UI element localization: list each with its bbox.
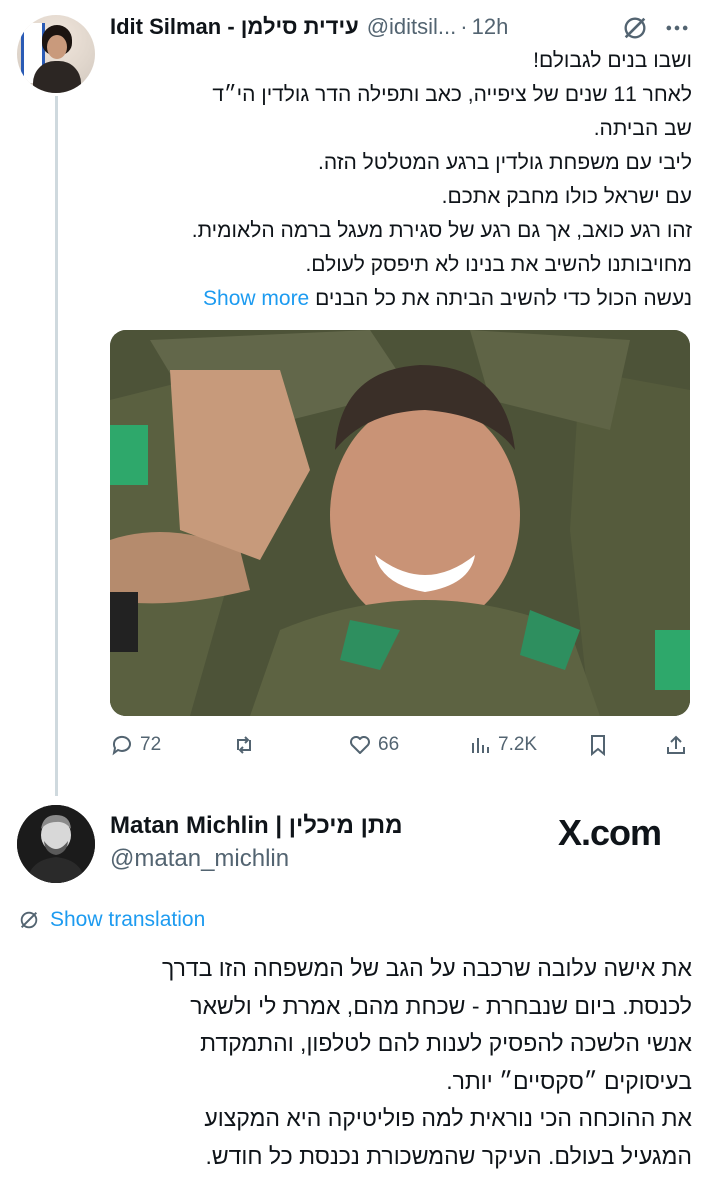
views-icon <box>472 738 489 753</box>
avatar-face <box>47 35 67 59</box>
share-button[interactable] <box>664 733 688 757</box>
author-handle[interactable]: @iditsil... <box>367 14 457 40</box>
tweet-line: נעשה הכול כדי להשיב הביתה את כל הבנים <box>315 287 692 310</box>
tweet-photo[interactable] <box>110 330 690 716</box>
timestamp[interactable]: 12h <box>472 14 509 40</box>
tweet-line: המגעיל בעולם. העיקר שהמשכורת נכנסת כל חו… <box>205 1142 692 1169</box>
author-handle[interactable]: @matan_michlin <box>110 845 289 873</box>
bookmark-icon <box>591 735 605 757</box>
avatar[interactable] <box>17 805 95 883</box>
reply-count: 72 <box>140 734 162 755</box>
like-icon <box>350 736 370 754</box>
retweet-icon <box>237 736 251 754</box>
tweet-line: ושבו בנים לגבולם! <box>533 49 692 72</box>
show-more-link[interactable]: Show more <box>203 287 309 310</box>
tweet-line: אנשי הלשכה להפסיק לענות להם לטלפון, והתמ… <box>200 1030 692 1056</box>
retweet-button[interactable] <box>232 733 256 757</box>
tweet-line: לאחר 11 שנים של ציפייה, כאב ותפילה הדר ג… <box>212 83 692 106</box>
tweet-text: ושבו בנים לגבולם! לאחר 11 שנים של ציפייה… <box>110 44 692 316</box>
avatar[interactable] <box>17 15 95 93</box>
share-icon <box>667 735 685 754</box>
tweet-line: את אישה עלובה שרכבה על הגב של המשפחה הזו… <box>162 955 692 981</box>
tweet-line: מחויבותנו להשיב את בנינו לא תיפסק לעולם. <box>305 253 692 276</box>
view-count: 7.2K <box>498 734 538 755</box>
show-translation-label: Show translation <box>50 908 206 931</box>
tweet-line: בעיסוקים ״סקסיים״ יותר. <box>446 1067 692 1094</box>
views-button[interactable]: 7.2K <box>468 733 537 757</box>
author-name[interactable]: Matan Michlin | מתן מיכלין <box>110 812 403 840</box>
tweet-line: ליבי עם משפחת גולדין ברגע המטלטל הזה. <box>318 151 692 174</box>
tweet-text: את אישה עלובה שרכבה על הגב של המשפחה הזו… <box>18 950 692 1175</box>
avatar-body <box>33 61 81 93</box>
grok-icon[interactable] <box>621 14 649 42</box>
reply-button[interactable]: 72 <box>110 733 161 757</box>
tweet-line: את ההוכחה הכי נוראית למה פוליטיקה היא המ… <box>204 1105 692 1131</box>
more-icon[interactable] <box>663 14 691 42</box>
tweet-line: לכנסת. ביום שנבחרת - שכחת מהם, אמרת לי ו… <box>190 992 692 1019</box>
tweet-line-last: נעשה הכול כדי להשיב הביתה את כל הבנים Sh… <box>110 282 692 316</box>
tweet-header: Idit Silman - עידית סילמן @iditsil... · … <box>110 12 689 42</box>
like-count: 66 <box>378 734 400 755</box>
thread-line <box>55 96 58 796</box>
reply-icon <box>112 735 131 756</box>
tweet-line: שב הביתה. <box>593 117 692 140</box>
tweet-line: זהו רגע כואב, אך גם רגע של סגירת מעגל בר… <box>191 219 692 242</box>
avatar-illustration <box>17 805 95 883</box>
action-bar: 72 66 7.2K <box>110 733 690 765</box>
show-translation-link[interactable]: Show translation <box>18 908 205 932</box>
separator-dot: · <box>460 14 468 39</box>
translate-icon <box>20 911 38 929</box>
author-name[interactable]: Idit Silman - עידית סילמן <box>110 14 359 40</box>
photo-illustration <box>110 330 690 716</box>
tweet-line: עם ישראל כולו מחבק אתכם. <box>441 185 692 208</box>
brand-label: X.com <box>558 812 662 853</box>
bookmark-button[interactable] <box>586 733 610 757</box>
like-button[interactable]: 66 <box>348 733 399 757</box>
